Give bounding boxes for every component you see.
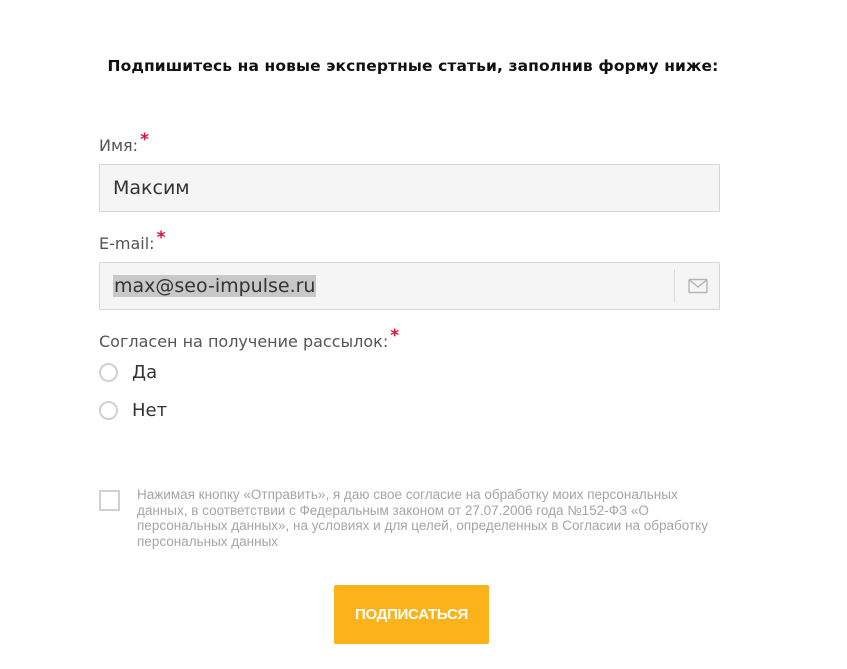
email-label: E-mail: (99, 234, 155, 253)
radio-label-no: Нет (132, 400, 168, 421)
field-divider (674, 269, 675, 303)
radio-option-yes[interactable]: Да (99, 362, 157, 383)
personal-data-consent-checkbox[interactable] (99, 490, 120, 511)
required-asterisk: * (140, 130, 149, 150)
subscribe-button[interactable]: ПОДПИСАТЬСЯ (334, 585, 489, 644)
required-asterisk: * (156, 228, 166, 248)
email-field-selected-text: max@seo-impulse.ru (113, 275, 317, 297)
radio-button-no[interactable] (99, 401, 118, 420)
email-label-group: E-mail: * (99, 228, 165, 254)
radio-option-no[interactable]: Нет (99, 400, 167, 421)
email-field[interactable]: max@seo-impulse.ru (99, 262, 720, 310)
envelope-icon (688, 278, 708, 294)
name-label: Имя: (99, 136, 139, 155)
name-field[interactable]: Максим (99, 164, 720, 212)
radio-button-yes[interactable] (99, 363, 118, 382)
radio-label-yes: Да (132, 362, 158, 383)
subscription-form: Подпишитесь на новые экспертные статьи, … (0, 0, 847, 669)
subscription-consent-label-group: Согласен на получение рассылок: * (99, 326, 399, 352)
name-label-group: Имя: * (99, 130, 149, 156)
form-heading: Подпишитесь на новые экспертные статьи, … (107, 57, 719, 75)
email-field-value: max@seo-impulse.ru (113, 275, 317, 297)
required-asterisk: * (390, 326, 400, 346)
name-field-value: Максим (113, 177, 190, 199)
personal-data-consent-text: Нажимая кнопку «Отправить», я даю свое с… (137, 487, 708, 549)
subscription-consent-label: Согласен на получение рассылок: (99, 332, 389, 351)
